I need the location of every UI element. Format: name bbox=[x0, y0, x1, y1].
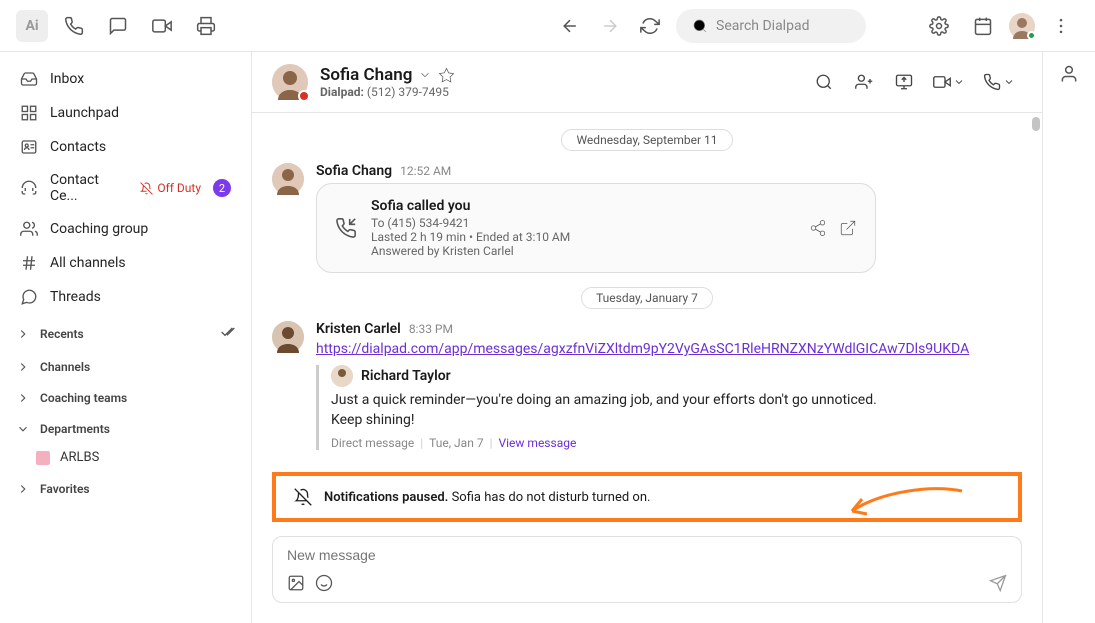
sidebar-item-coaching-group[interactable]: Coaching group bbox=[0, 212, 251, 246]
quote-text: Keep shining! bbox=[331, 411, 1022, 431]
chevron-down-icon bbox=[1003, 76, 1015, 88]
message-avatar[interactable] bbox=[272, 321, 304, 353]
dnd-banner: Notifications paused. Sofia has do not d… bbox=[272, 472, 1022, 522]
right-rail bbox=[1043, 52, 1095, 623]
call-answered: Answered by Kristen Carlel bbox=[371, 244, 795, 258]
call-to: To (415) 534-9421 bbox=[371, 216, 795, 230]
refresh-icon[interactable] bbox=[632, 8, 668, 44]
presence-dot bbox=[1027, 31, 1036, 40]
call-title: Sofia called you bbox=[371, 198, 795, 214]
add-people-icon[interactable] bbox=[846, 66, 882, 98]
contact-info-icon[interactable] bbox=[1059, 64, 1079, 88]
sidebar-label: Inbox bbox=[50, 71, 231, 87]
contact-phone: Dialpad: (512) 379-7495 bbox=[320, 85, 455, 99]
color-swatch bbox=[36, 451, 50, 465]
section-label: Recents bbox=[40, 327, 209, 341]
mark-read-icon[interactable] bbox=[219, 324, 235, 343]
sidebar-label: Coaching group bbox=[50, 221, 231, 237]
search-icon bbox=[692, 18, 708, 34]
chat-header: Sofia Chang Dialpad: (512) 379-7495 bbox=[252, 52, 1042, 113]
message-composer[interactable] bbox=[272, 536, 1022, 603]
date-divider: Wednesday, September 11 bbox=[272, 129, 1022, 151]
chat-icon[interactable] bbox=[100, 8, 136, 44]
sidebar-label: Threads bbox=[50, 289, 231, 305]
section-label: Coaching teams bbox=[40, 391, 127, 405]
phone-icon[interactable] bbox=[56, 8, 92, 44]
scrollbar[interactable] bbox=[1032, 117, 1040, 518]
sidebar-label: Contact Ce... bbox=[50, 172, 128, 204]
call-button[interactable] bbox=[976, 66, 1022, 98]
message-time: 8:33 PM bbox=[409, 322, 453, 336]
sidebar-item-threads[interactable]: Threads bbox=[0, 280, 251, 314]
quote-sender: Richard Taylor bbox=[361, 368, 451, 384]
send-button[interactable] bbox=[989, 574, 1007, 592]
call-card[interactable]: Sofia called you To (415) 534-9421 Laste… bbox=[316, 183, 876, 273]
settings-icon[interactable] bbox=[921, 8, 957, 44]
off-duty-badge: Off Duty bbox=[140, 181, 201, 195]
message-input[interactable] bbox=[287, 547, 1007, 563]
message-avatar[interactable] bbox=[272, 163, 304, 195]
sidebar-item-all-channels[interactable]: All channels bbox=[0, 246, 251, 280]
call-duration: Lasted 2 h 19 min • Ended at 3:10 AM bbox=[371, 230, 795, 244]
sidebar-item-contacts[interactable]: Contacts bbox=[0, 130, 251, 164]
section-label: Favorites bbox=[40, 482, 90, 496]
badge-count: 2 bbox=[213, 179, 231, 197]
section-coaching-teams[interactable]: Coaching teams bbox=[0, 381, 251, 412]
date-divider: Tuesday, January 7 bbox=[272, 287, 1022, 309]
section-label: Channels bbox=[40, 360, 90, 374]
video-call-button[interactable] bbox=[926, 66, 972, 98]
quoted-message: Richard Taylor Just a quick reminder—you… bbox=[316, 365, 1022, 450]
department-label: ARLBS bbox=[60, 450, 99, 465]
star-icon[interactable] bbox=[438, 67, 455, 84]
message-sender: Kristen Carlel bbox=[316, 321, 401, 337]
sidebar: Inbox Launchpad Contacts Contact Ce... Of… bbox=[0, 52, 252, 623]
view-message-link[interactable]: View message bbox=[499, 436, 577, 450]
video-icon[interactable] bbox=[144, 8, 180, 44]
emoji-icon[interactable] bbox=[315, 574, 333, 592]
sidebar-label: Contacts bbox=[50, 139, 231, 155]
sidebar-label: All channels bbox=[50, 255, 231, 271]
print-icon[interactable] bbox=[188, 8, 224, 44]
search-input[interactable]: Search Dialpad bbox=[676, 9, 866, 43]
image-icon[interactable] bbox=[287, 574, 305, 592]
section-departments[interactable]: Departments bbox=[0, 412, 251, 443]
message-link[interactable]: https://dialpad.com/app/messages/agxzfnV… bbox=[316, 341, 969, 357]
sidebar-label: Launchpad bbox=[50, 105, 231, 121]
sidebar-item-launchpad[interactable]: Launchpad bbox=[0, 96, 251, 130]
chevron-down-icon bbox=[953, 76, 965, 88]
section-channels[interactable]: Channels bbox=[0, 350, 251, 381]
section-label: Departments bbox=[40, 422, 110, 436]
more-icon[interactable] bbox=[1043, 8, 1079, 44]
department-item[interactable]: ARLBS bbox=[0, 443, 251, 472]
chat-body: Wednesday, September 11 Sofia Chang 12:52… bbox=[252, 113, 1042, 522]
search-placeholder: Search Dialpad bbox=[716, 18, 809, 34]
message-sender: Sofia Chang bbox=[316, 163, 392, 179]
section-favorites[interactable]: Favorites bbox=[0, 472, 251, 503]
open-icon[interactable] bbox=[839, 219, 857, 237]
sidebar-item-contact-center[interactable]: Contact Ce... Off Duty 2 bbox=[0, 164, 251, 212]
bell-off-icon bbox=[294, 488, 312, 506]
section-recents[interactable]: Recents bbox=[0, 314, 251, 350]
nav-forward-icon[interactable] bbox=[592, 8, 628, 44]
sidebar-item-inbox[interactable]: Inbox bbox=[0, 62, 251, 96]
message-time: 12:52 AM bbox=[400, 164, 451, 178]
user-avatar[interactable] bbox=[1009, 13, 1035, 39]
dnd-dot bbox=[298, 90, 310, 102]
screen-share-icon[interactable] bbox=[886, 66, 922, 98]
search-conversation-icon[interactable] bbox=[806, 66, 842, 98]
nav-back-icon[interactable] bbox=[552, 8, 588, 44]
contact-name[interactable]: Sofia Chang bbox=[320, 65, 455, 85]
chevron-down-icon bbox=[418, 68, 432, 82]
call-incoming-icon bbox=[335, 217, 357, 239]
share-icon[interactable] bbox=[809, 219, 827, 237]
contact-avatar[interactable] bbox=[272, 64, 308, 100]
app-logo[interactable]: Ai bbox=[16, 10, 48, 42]
calendar-icon[interactable] bbox=[965, 8, 1001, 44]
quote-avatar bbox=[331, 365, 353, 387]
quote-text: Just a quick reminder—you're doing an am… bbox=[331, 391, 1022, 411]
